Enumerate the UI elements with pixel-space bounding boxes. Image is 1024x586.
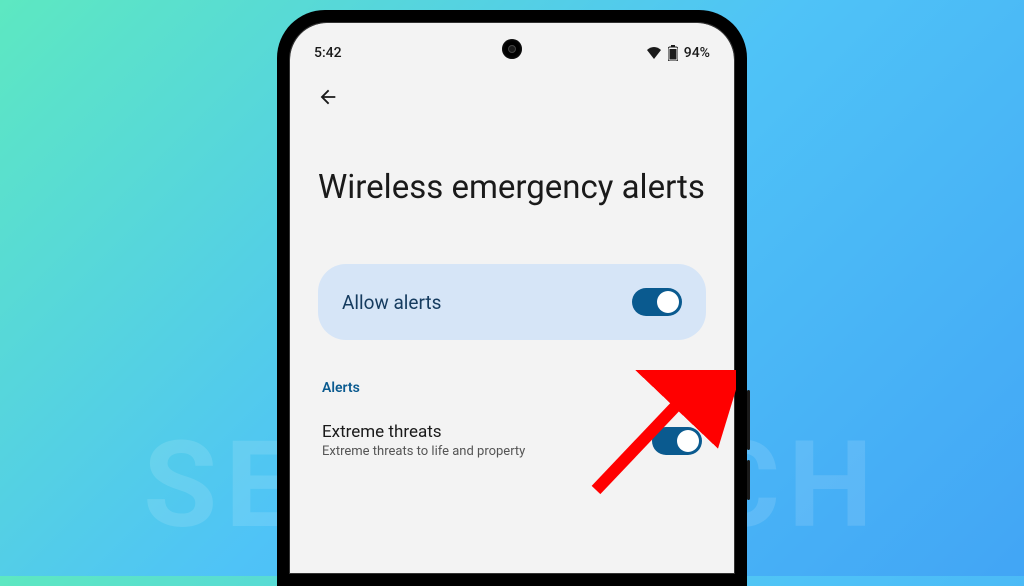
section-label-alerts: Alerts [318,380,706,416]
phone-side-button [747,390,750,450]
toggle-knob [657,291,679,313]
camera-hole [502,39,522,59]
setting-subtitle: Extreme threats to life and property [322,444,525,459]
extreme-threats-toggle[interactable] [652,427,702,455]
wifi-icon [646,47,662,59]
phone-side-button [747,460,750,500]
allow-alerts-card[interactable]: Allow alerts [318,264,706,340]
battery-icon [668,45,678,61]
phone-screen: 5:42 94% Wi [290,23,734,573]
status-battery-pct: 94% [684,45,710,61]
allow-alerts-label: Allow alerts [342,291,441,314]
page-title: Wireless emergency alerts [318,167,706,208]
phone-frame: 5:42 94% Wi [277,10,747,586]
setting-title: Extreme threats [322,422,525,442]
setting-extreme-threats[interactable]: Extreme threats Extreme threats to life … [318,416,706,465]
allow-alerts-toggle[interactable] [632,288,682,316]
toggle-knob [677,430,699,452]
back-button[interactable] [308,79,348,119]
status-time: 5:42 [314,45,342,61]
arrow-left-icon [317,86,339,112]
